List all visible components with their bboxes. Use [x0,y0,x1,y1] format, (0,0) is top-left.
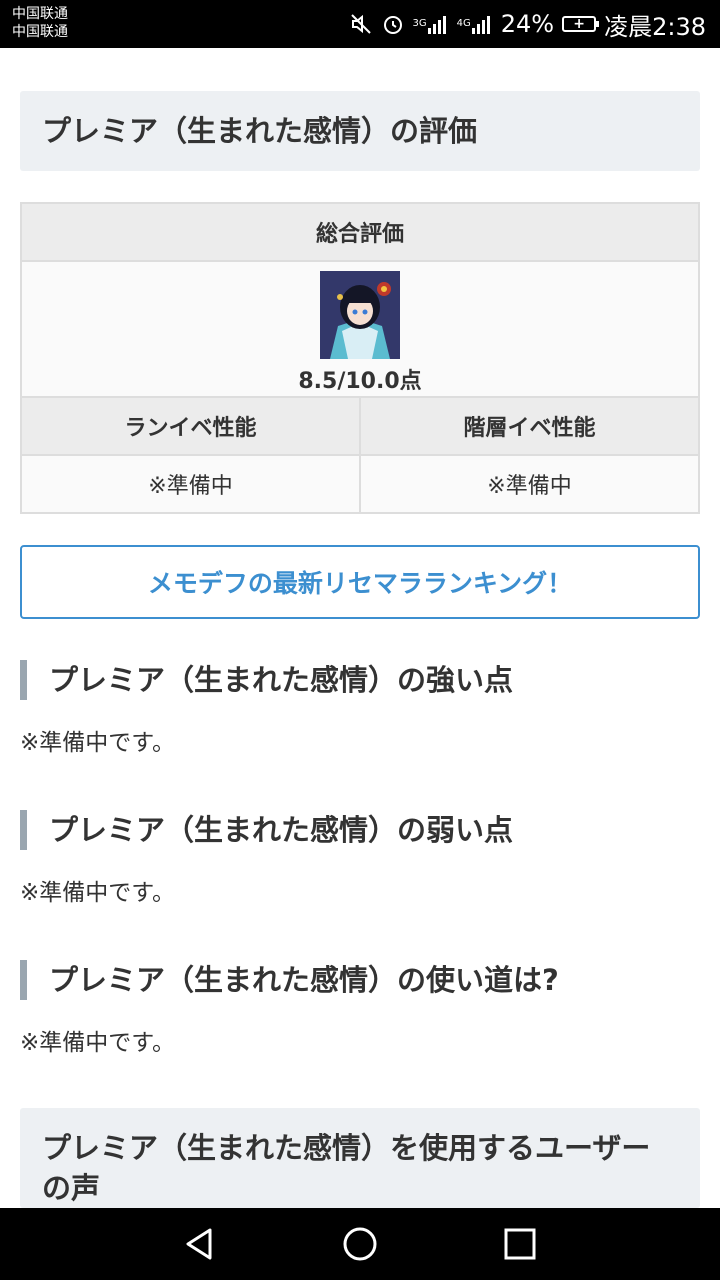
signal-icon: 4G [457,14,493,34]
home-icon[interactable] [342,1226,378,1262]
user-reviews-heading: プレミア（生まれた感情）を使用するユーザーの声 [20,1108,700,1208]
carrier-2: 中国联通 [12,24,68,40]
tier-event-value: ※準備中 [359,454,700,514]
section-heading-strengths: プレミア（生まれた感情）の強い点 [20,660,700,700]
navigation-bar [0,1208,720,1280]
section-body-usage: ※準備中です。 [20,1030,175,1056]
signal-icon: 3G [413,14,449,34]
run-event-header: ランイベ性能 [20,396,361,456]
rating-table: 総合評価 8.5/10.0点 ランイベ性能 階層イベ性能 ※準備中 ※準備中 [20,202,700,514]
overall-score: 8.5/10.0点 [298,369,422,394]
rating-table-header: 総合評価 [20,202,700,262]
reroll-ranking-link[interactable]: メモデフの最新リセマラランキング！ [20,545,700,619]
character-portrait [320,271,400,359]
article-content: プレミア（生まれた感情）の評価 総合評価 8.5/10.0点 ランイベ性能 階層… [20,48,700,1208]
network-label-1: 3G [412,18,427,29]
page-title: プレミア（生まれた感情）の評価 [20,91,700,171]
recents-icon[interactable] [502,1226,538,1262]
carrier-1: 中国联通 [12,6,68,22]
carrier-info: 中国联通 中国联通 [12,5,68,41]
status-icons: 3G 4G 24% + 凌晨2:38 [349,0,706,48]
battery-icon: + [562,16,600,32]
tier-event-header: 階層イベ性能 [359,396,700,456]
run-event-value: ※準備中 [20,454,361,514]
section-body-weaknesses: ※準備中です。 [20,880,175,906]
section-body-strengths: ※準備中です。 [20,730,175,756]
section-heading-usage: プレミア（生まれた感情）の使い道は? [20,960,700,1000]
portrait-cell: 8.5/10.0点 [20,260,700,398]
battery-percent: 24% [500,10,555,38]
mute-icon [349,12,373,36]
section-heading-weaknesses: プレミア（生まれた感情）の弱い点 [20,810,700,850]
status-bar: 中国联通 中国联通 3G 4G 24% + 凌晨2:38 [0,0,720,48]
back-icon[interactable] [182,1226,218,1262]
network-label-2: 4G [456,18,471,29]
alarm-icon [381,12,405,36]
clock: 凌晨2:38 [604,12,706,41]
